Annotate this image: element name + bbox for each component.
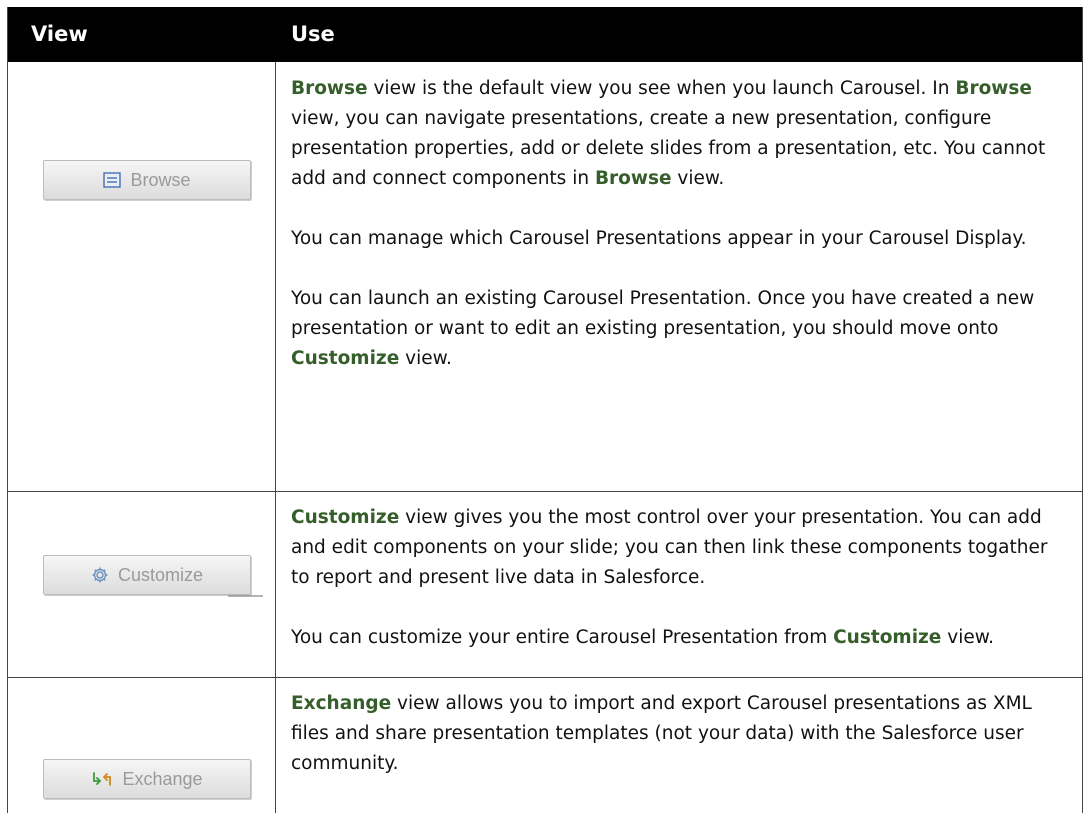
view-keyword: Browse [594, 168, 672, 189]
description-text: view gives you the most control over you… [291, 507, 1048, 588]
description-text: view is the default view you see when yo… [367, 78, 956, 99]
button-shadow [228, 595, 263, 597]
description-text: You can customize your entire Carousel P… [291, 627, 834, 648]
description-text: You can launch an existing Carousel Pres… [291, 288, 1035, 339]
description-paragraph: Exchange view allows you to import and e… [291, 689, 1061, 779]
use-cell-browse: Browse view is the default view you see … [291, 74, 1061, 374]
view-cell-browse: Browse [8, 62, 276, 491]
view-keyword: Customize [291, 348, 400, 369]
exchange-button[interactable]: Exchange [43, 759, 251, 799]
customize-button[interactable]: Customize [43, 555, 251, 595]
description-paragraph: You can manage which Carousel Presentati… [291, 224, 1061, 254]
description-paragraph: You can launch an existing Carousel Pres… [291, 284, 1061, 374]
browse-button-label: Browse [130, 169, 191, 190]
description-paragraph: Customize view gives you the most contro… [291, 503, 1061, 593]
view-cell-exchange: Exchange [8, 677, 276, 813]
description-text: view. [941, 627, 995, 648]
description-text: view. [399, 348, 452, 369]
table-row-exchange: Exchange Exchange view allows you to imp… [8, 677, 1082, 813]
exchange-arrows-icon [91, 770, 113, 788]
header-view: View [31, 22, 88, 46]
view-keyword: Customize [833, 627, 942, 648]
customize-button-label: Customize [117, 564, 204, 585]
view-keyword: Browse [955, 78, 1032, 99]
table-header: View Use [8, 7, 1082, 62]
view-cell-customize: Customize [8, 491, 276, 677]
view-keyword: Browse [291, 78, 368, 99]
use-cell-customize: Customize view gives you the most contro… [291, 503, 1061, 653]
description-text: You can manage which Carousel Presentati… [291, 228, 1027, 249]
browse-button[interactable]: Browse [43, 160, 251, 200]
header-use: Use [291, 22, 335, 46]
views-table: View Use Browse Browse view is the defau… [7, 7, 1083, 813]
monitor-icon [103, 172, 122, 188]
table-row-browse: Browse Browse view is the default view y… [8, 62, 1082, 492]
use-cell-exchange: Exchange view allows you to import and e… [291, 689, 1061, 779]
table-row-customize: Customize Customize view gives you the m… [8, 491, 1082, 678]
gear-icon [91, 566, 109, 584]
description-paragraph: Browse view is the default view you see … [291, 74, 1061, 194]
exchange-button-label: Exchange [122, 768, 203, 789]
view-keyword: Exchange [291, 693, 392, 714]
description-text: view. [671, 168, 725, 189]
description-paragraph: You can customize your entire Carousel P… [291, 623, 1061, 653]
description-text: view allows you to import and export Car… [291, 693, 1032, 774]
view-keyword: Customize [291, 507, 400, 528]
